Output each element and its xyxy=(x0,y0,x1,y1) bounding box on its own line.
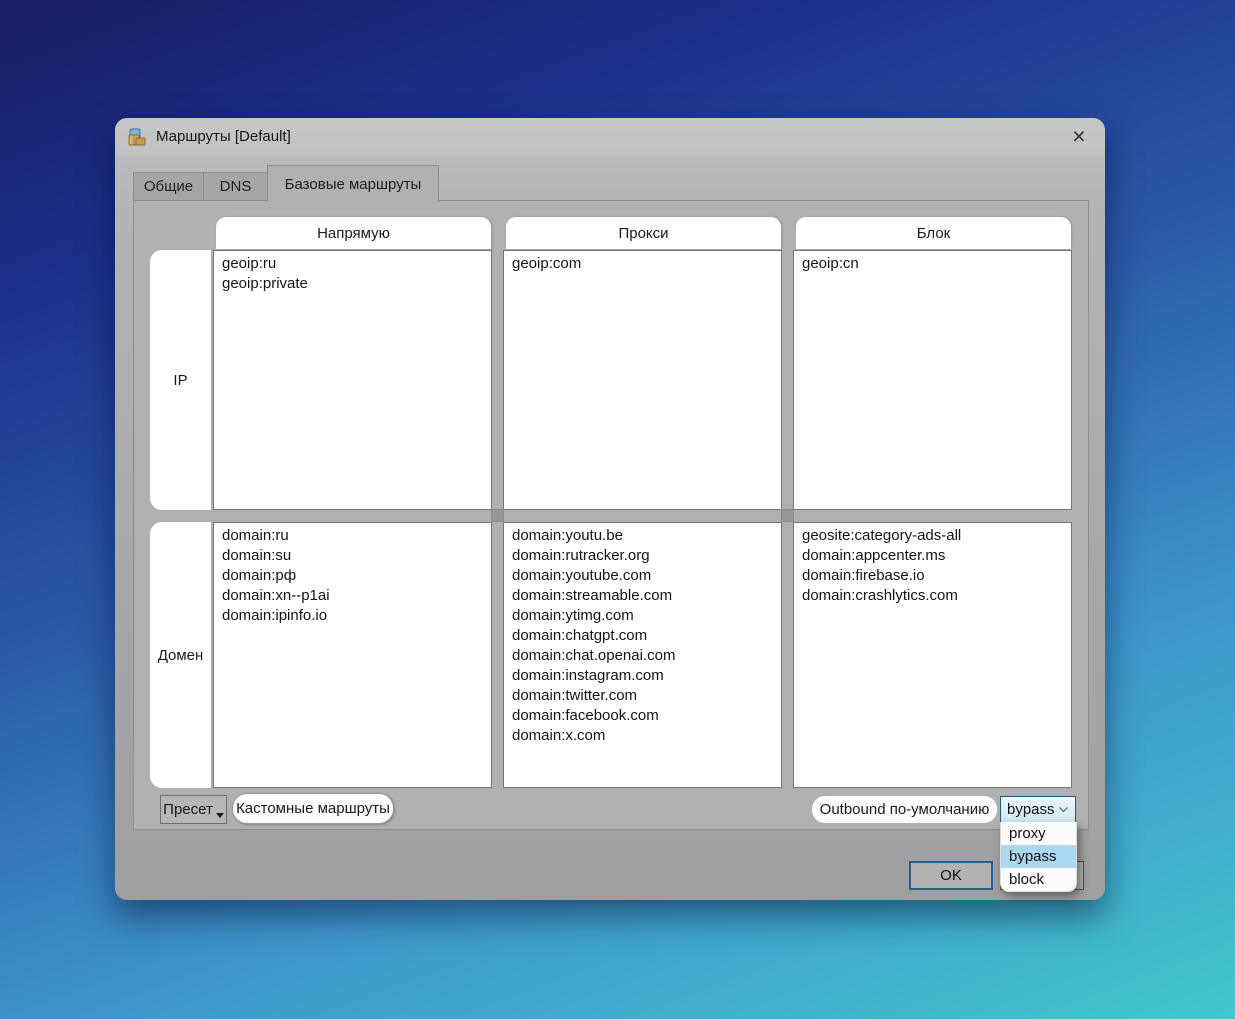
ip-block-list[interactable]: geoip:cn xyxy=(793,250,1072,510)
preset-button-label: Пресет xyxy=(163,801,213,818)
dropdown-arrow-icon xyxy=(215,812,224,818)
tab-general[interactable]: Общие xyxy=(133,172,204,201)
custom-routes-button[interactable]: Кастомные маршруты xyxy=(232,793,394,824)
domain-direct-list[interactable]: domain:ru domain:su domain:рф domain:xn-… xyxy=(213,522,492,788)
row-label-ip: IP xyxy=(150,250,211,510)
dropdown-option-proxy[interactable]: proxy xyxy=(1001,822,1076,845)
column-header-block: Блок xyxy=(796,217,1071,249)
chevron-down-icon xyxy=(1059,807,1068,813)
window-title: Маршруты [Default] xyxy=(156,128,291,145)
outbound-select[interactable]: bypass xyxy=(1000,796,1076,823)
outbound-dropdown-list: proxy bypass block xyxy=(1000,822,1077,892)
outbound-selected-value: bypass xyxy=(1007,801,1055,818)
app-package-icon xyxy=(128,128,146,145)
row-label-domain: Домен xyxy=(150,522,211,788)
domain-proxy-list[interactable]: domain:youtu.be domain:rutracker.org dom… xyxy=(503,522,782,788)
column-header-direct: Напрямую xyxy=(216,217,491,249)
dropdown-option-bypass[interactable]: bypass xyxy=(1001,845,1076,868)
tab-dns[interactable]: DNS xyxy=(203,172,268,201)
tab-basic-routes[interactable]: Базовые маршруты xyxy=(267,165,439,202)
title-bar: Маршруты [Default] × xyxy=(115,118,1105,155)
splitter-handle[interactable] xyxy=(491,509,504,522)
outbound-default-label: Outbound по-умолчанию xyxy=(812,796,997,823)
domain-block-list[interactable]: geosite:category-ads-all domain:appcente… xyxy=(793,522,1072,788)
preset-button[interactable]: Пресет xyxy=(160,795,227,824)
dropdown-option-block[interactable]: block xyxy=(1001,868,1076,891)
close-icon[interactable]: × xyxy=(1065,123,1093,151)
ip-proxy-list[interactable]: geoip:com xyxy=(503,250,782,510)
routes-dialog: Маршруты [Default] × Общие DNS Базовые м… xyxy=(115,118,1105,900)
ip-direct-list[interactable]: geoip:ru geoip:private xyxy=(213,250,492,510)
column-header-proxy: Прокси xyxy=(506,217,781,249)
ok-button[interactable]: OK xyxy=(909,861,993,890)
splitter-handle[interactable] xyxy=(781,509,794,522)
basic-routes-panel: Напрямую Прокси Блок IP Домен geoip:ru g… xyxy=(133,200,1089,830)
